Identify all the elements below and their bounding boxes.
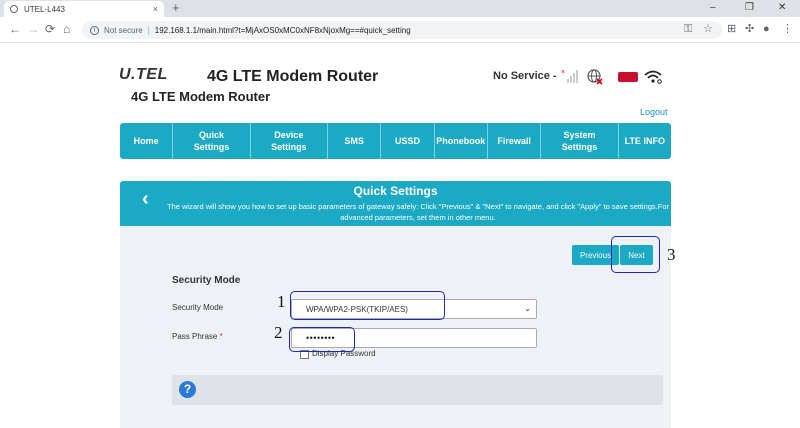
back-arrow-icon[interactable]: ← <box>9 23 21 35</box>
browser-tab[interactable]: UTEL-L443 × <box>4 1 164 17</box>
not-secure-label: Not secure <box>104 25 143 35</box>
nav-device-settings[interactable]: Device Settings <box>251 123 328 159</box>
page-subtitle: 4G LTE Modem Router <box>131 89 271 104</box>
annotation-label-3: 3 <box>667 245 676 264</box>
url-separator: | <box>147 25 150 35</box>
puzzle-icon[interactable]: ✣ <box>745 23 754 35</box>
tab-close-icon[interactable]: × <box>153 4 158 14</box>
network-status: No Service - <box>493 70 557 82</box>
security-mode-label: Security Mode <box>172 303 224 312</box>
nav-phonebook[interactable]: Phonebook <box>435 123 488 159</box>
browser-tab-bar: UTEL-L443 × + – ❐ ✕ <box>0 0 800 17</box>
wifi-icon <box>644 70 662 84</box>
info-icon[interactable]: i <box>90 25 99 35</box>
forward-arrow-icon[interactable]: → <box>27 23 39 35</box>
menu-dots-icon[interactable]: ⋮ <box>782 23 793 35</box>
battery-icon <box>618 72 638 82</box>
nav-sms[interactable]: SMS <box>328 123 382 159</box>
svg-text:×: × <box>561 69 565 76</box>
pass-phrase-label-row: Pass Phrase * <box>172 332 223 341</box>
star-icon[interactable]: ☆ <box>703 23 713 35</box>
required-mark: * <box>219 332 223 341</box>
globe-icon <box>10 5 18 13</box>
nav-firewall[interactable]: Firewall <box>488 123 542 159</box>
new-tab-button[interactable]: + <box>172 1 180 15</box>
nav-quick-settings[interactable]: Quick Settings <box>173 123 251 159</box>
router-page: U.TEL 4G LTE Modem Router 4G LTE Modem R… <box>0 44 800 428</box>
main-nav: Home Quick Settings Device Settings SMS … <box>120 123 671 159</box>
minimize-button[interactable]: – <box>710 2 716 13</box>
nav-system-settings[interactable]: System Settings <box>541 123 619 159</box>
close-window-button[interactable]: ✕ <box>778 2 786 13</box>
nav-lte-info[interactable]: LTE INFO <box>619 123 671 159</box>
annotation-box-2 <box>289 327 355 352</box>
quick-settings-header: ‹ Quick Settings The wizard will show yo… <box>120 181 671 226</box>
pass-phrase-label: Pass Phrase <box>172 332 218 341</box>
chevron-down-icon: ⌄ <box>524 304 531 313</box>
annotation-label-2: 2 <box>274 323 283 342</box>
address-bar-row: ← → ⟳ ⌂ i Not secure | 192.168.1.1/main.… <box>0 17 800 43</box>
logout-link[interactable]: Logout <box>640 107 668 117</box>
quick-settings-description: The wizard will show you how to set up b… <box>166 202 670 222</box>
page-title: 4G LTE Modem Router <box>207 68 379 85</box>
tab-title: UTEL-L443 <box>24 4 65 14</box>
extension-grid-icon[interactable]: ⊞ <box>727 23 736 35</box>
internet-disconnected-icon <box>587 69 603 85</box>
annotation-label-1: 1 <box>277 292 286 311</box>
quick-settings-title: Quick Settings <box>353 184 438 198</box>
key-icon[interactable]: ⚿ <box>684 23 692 35</box>
nav-home[interactable]: Home <box>120 123 174 159</box>
reload-icon[interactable]: ⟳ <box>45 23 55 35</box>
section-title: Security Mode <box>172 275 241 286</box>
nav-ussd[interactable]: USSD <box>381 123 435 159</box>
annotation-box-1 <box>290 291 445 320</box>
home-icon[interactable]: ⌂ <box>63 23 70 35</box>
quick-settings-body: Previous Next Security Mode Security Mod… <box>120 226 671 428</box>
utel-logo: U.TEL <box>119 66 168 83</box>
profile-icon[interactable]: ● <box>763 23 770 35</box>
maximize-button[interactable]: ❐ <box>745 2 754 13</box>
annotation-box-3 <box>611 236 660 273</box>
help-icon[interactable]: ? <box>179 381 196 398</box>
url-text[interactable]: 192.168.1.1/main.html?t=MjAxOS0xMC0xNF8x… <box>155 26 411 35</box>
help-bar: ? <box>172 375 663 405</box>
url-bar[interactable]: i Not secure | 192.168.1.1/main.html?t=M… <box>82 21 722 39</box>
signal-icon: × <box>561 69 578 83</box>
